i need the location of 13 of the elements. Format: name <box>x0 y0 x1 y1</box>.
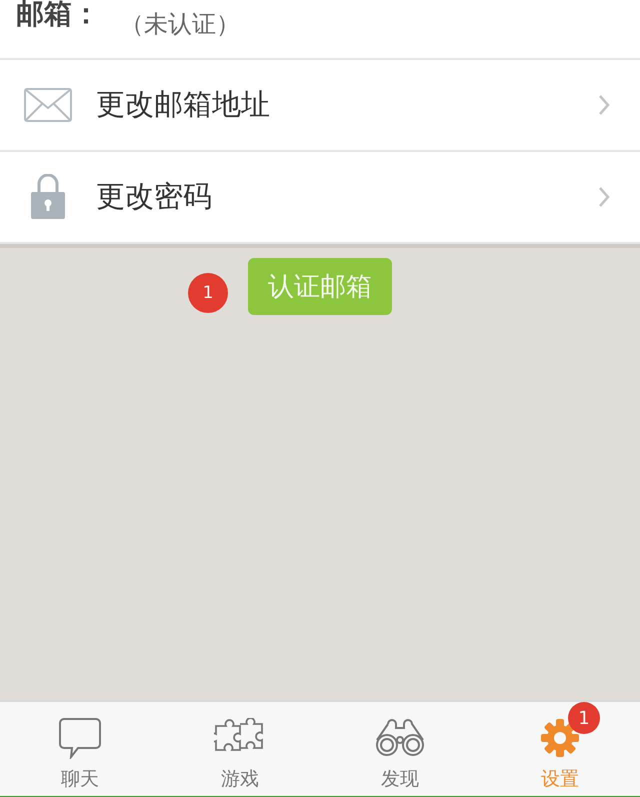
mail-icon <box>24 88 72 122</box>
binoculars-icon <box>374 718 426 758</box>
tab[interactable]: 1 设置 <box>480 702 640 796</box>
tab[interactable]: 聊天 <box>0 702 160 796</box>
chevron-icon <box>598 94 610 116</box>
status-text: （未认证） <box>120 9 240 40</box>
tab[interactable]: 发现 <box>320 702 480 796</box>
menu-item[interactable]: 更改邮箱地址 <box>0 60 640 152</box>
notification-badge: 1 <box>568 702 600 734</box>
notification-badge: 1 <box>188 272 228 312</box>
tab[interactable]: 游戏 <box>160 702 320 796</box>
chevron-icon <box>598 186 610 208</box>
chat-bubble-icon <box>58 717 102 759</box>
